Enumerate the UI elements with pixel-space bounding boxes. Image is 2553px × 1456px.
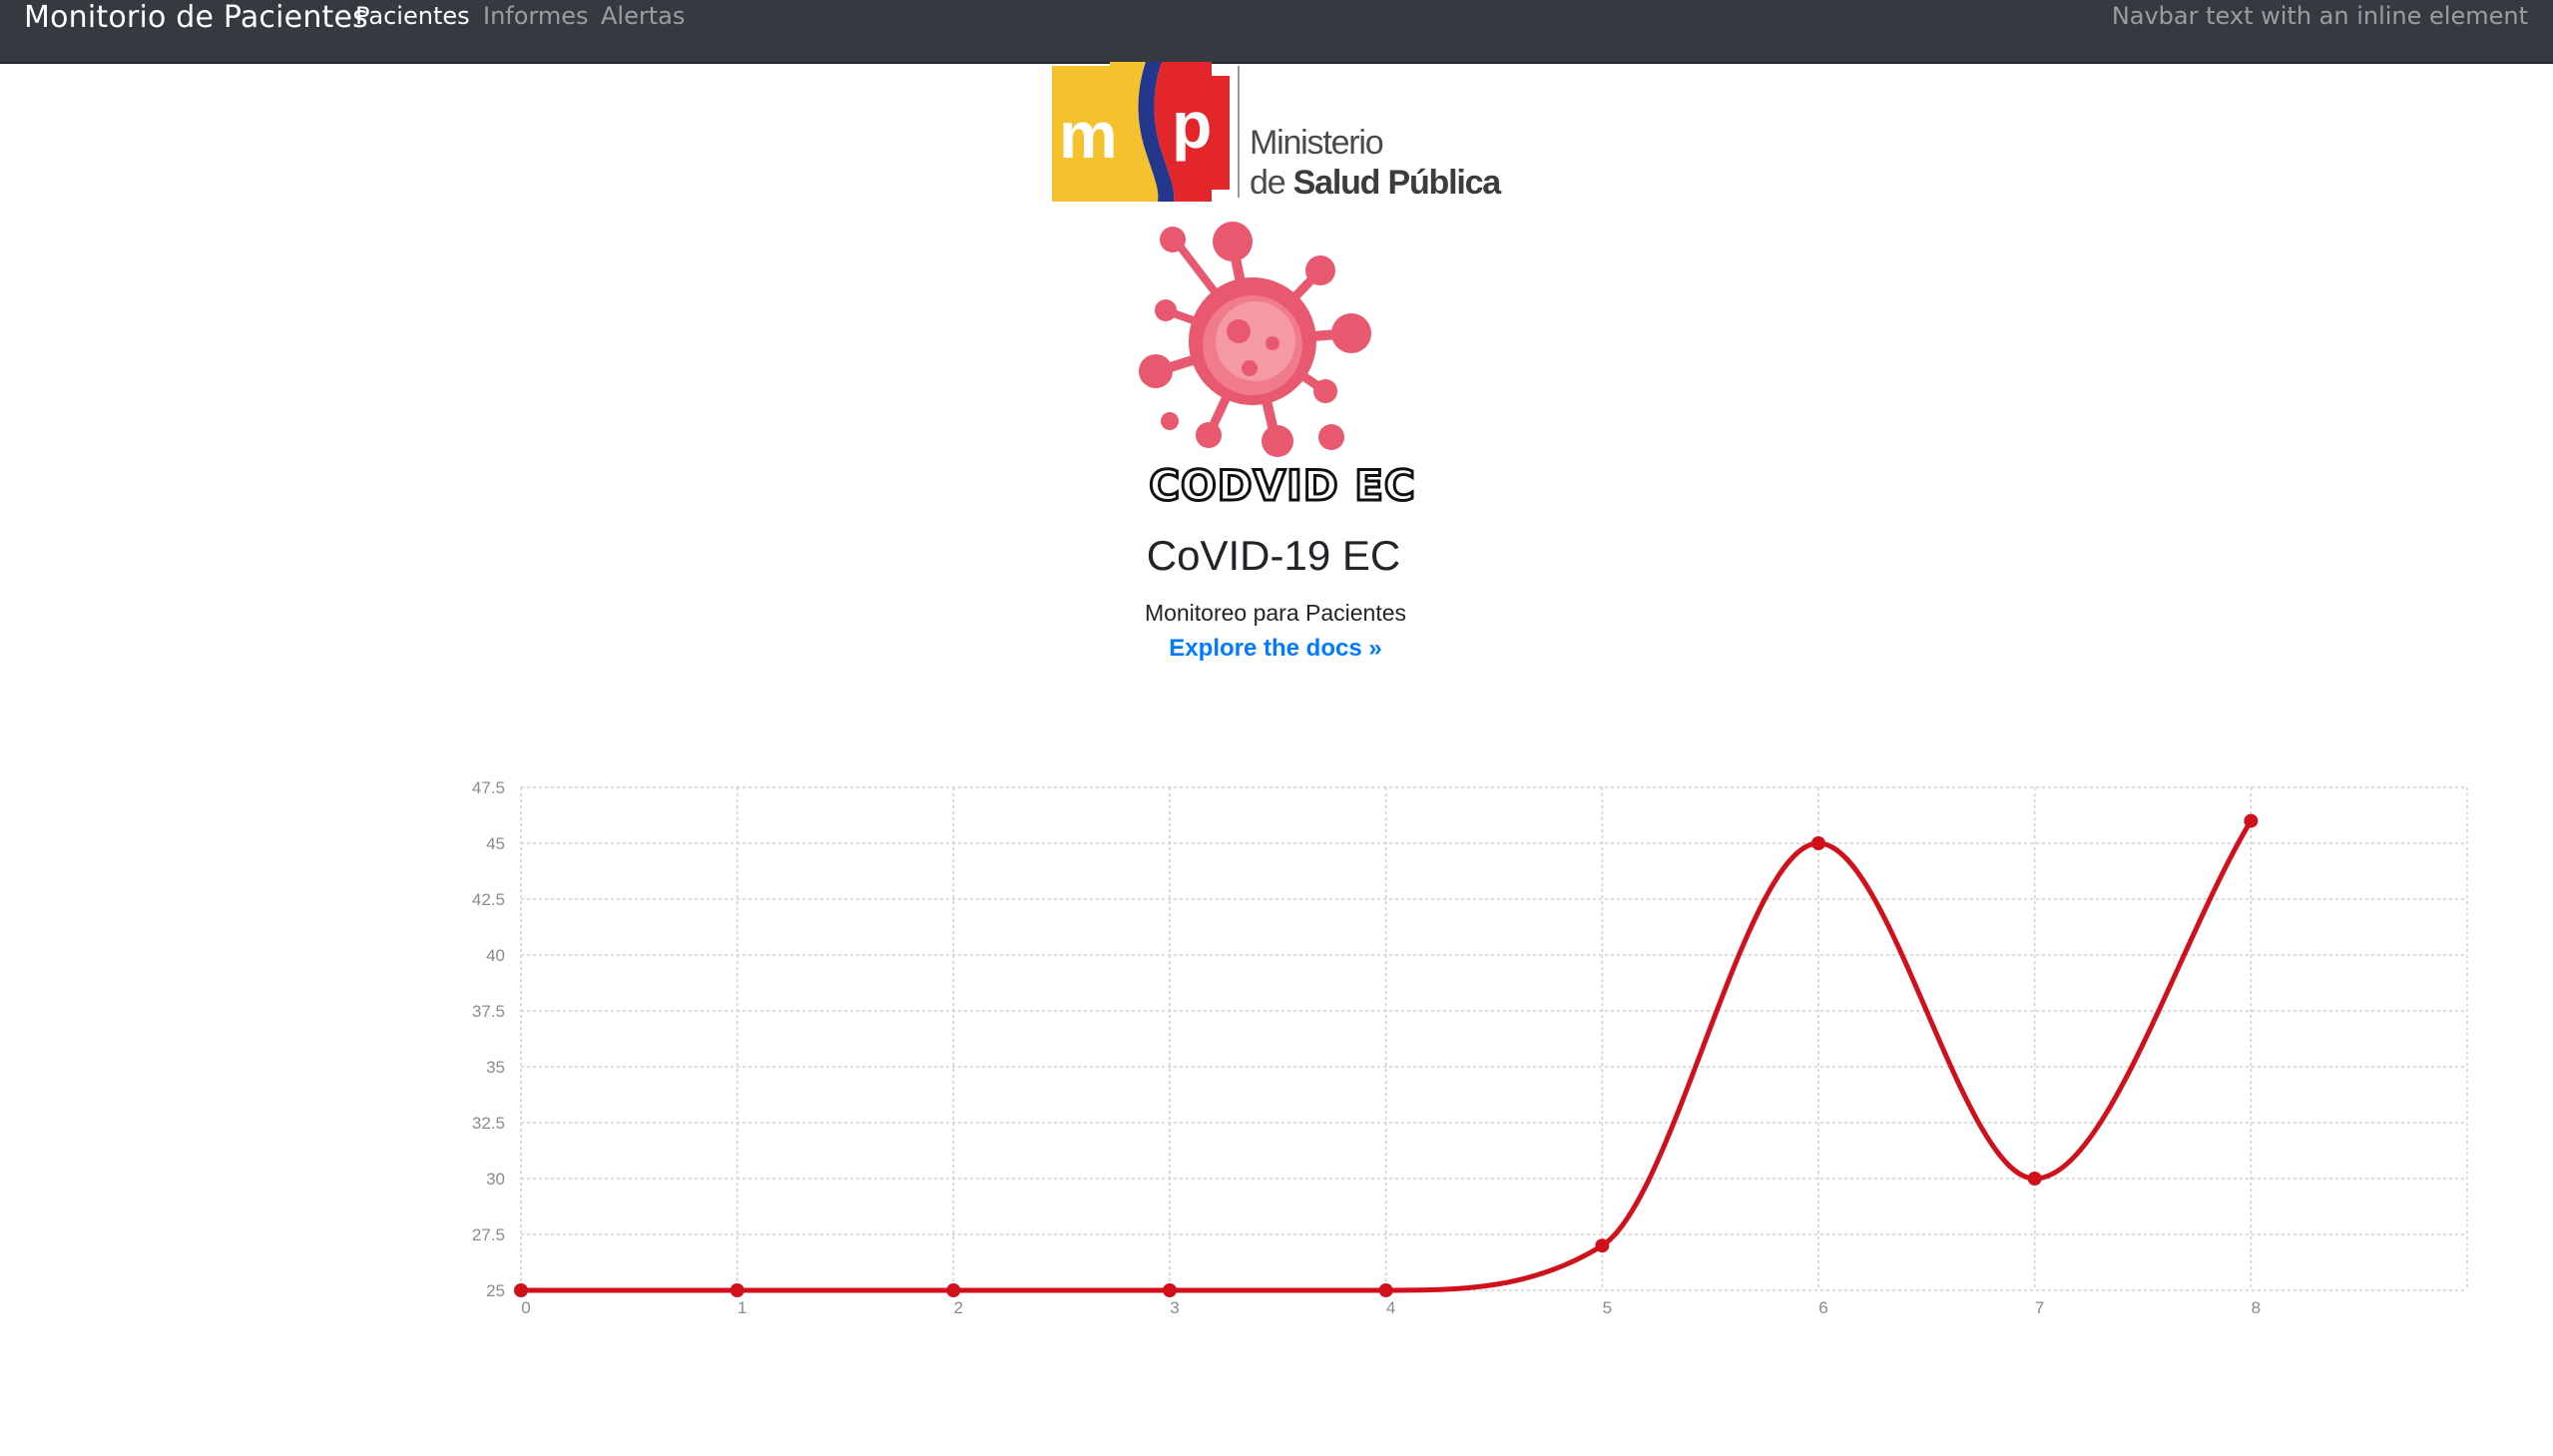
- y-tick-label: 37.5: [472, 1002, 505, 1021]
- x-tick-label: 0: [521, 1298, 530, 1317]
- y-tick-label: 42.5: [472, 890, 505, 909]
- navbar-text: Navbar text with an inline element: [2111, 2, 2528, 30]
- page-subtitle: Monitoreo para Pacientes: [1144, 600, 1407, 626]
- data-point[interactable]: [514, 1283, 528, 1297]
- nav-link-informes[interactable]: Informes: [483, 2, 589, 30]
- data-point[interactable]: [2027, 1172, 2042, 1186]
- y-tick-label: 40: [486, 946, 505, 965]
- x-tick-label: 3: [1170, 1298, 1179, 1317]
- data-point[interactable]: [730, 1283, 745, 1297]
- x-tick-label: 1: [738, 1298, 747, 1317]
- virus-icon: [1139, 222, 1371, 457]
- data-point[interactable]: [1163, 1283, 1177, 1297]
- data-point[interactable]: [1811, 836, 1825, 850]
- page-title: CoVID-19 EC: [0, 532, 2553, 580]
- ministry-line-2-bold: Salud Pública: [1292, 164, 1502, 202]
- data-point[interactable]: [1595, 1238, 1610, 1253]
- x-tick-label: 6: [1818, 1298, 1827, 1317]
- y-tick-label: 27.5: [472, 1225, 505, 1244]
- x-tick-label: 5: [1603, 1298, 1612, 1317]
- codvid-wordmark: CODVID EC: [1148, 460, 1417, 512]
- ministry-line-2: de Salud Pública: [1250, 163, 1502, 203]
- chart-grid: [520, 786, 2468, 1291]
- page-title-text: CoVID-19 EC: [1146, 532, 1401, 579]
- line-chart: 2527.53032.53537.54042.54547.5 012345678: [472, 778, 2468, 1317]
- x-axis-ticks: 0 1 2 3 4 5 6 7 8: [521, 1298, 2261, 1317]
- x-tick-label: 8: [2252, 1298, 2261, 1317]
- series-line: [521, 819, 2254, 1293]
- svg-text:p: p: [1172, 88, 1212, 162]
- x-tick-label: 4: [1386, 1298, 1395, 1317]
- explore-docs-link[interactable]: Explore the docs »: [1076, 635, 1475, 663]
- y-tick-label: 45: [486, 834, 505, 853]
- x-tick-label: 7: [2035, 1298, 2044, 1317]
- data-point[interactable]: [946, 1283, 961, 1297]
- navbar: Monitorio de Pacientes Pacientes Informe…: [0, 0, 2553, 64]
- y-tick-label: 30: [486, 1170, 505, 1189]
- data-point[interactable]: [2244, 813, 2259, 828]
- logo-letter-m: m: [1059, 98, 1118, 172]
- y-tick-label: 32.5: [472, 1114, 505, 1133]
- x-tick-label: 2: [954, 1298, 963, 1317]
- nav-link-pacientes[interactable]: Pacientes: [355, 2, 470, 30]
- y-tick-label: 25: [486, 1281, 505, 1300]
- y-tick-label: 47.5: [472, 778, 505, 797]
- ministry-name: Ministerio de Salud Pública: [1250, 123, 1502, 203]
- ministry-line-1: Ministerio: [1250, 124, 1384, 162]
- data-point[interactable]: [1378, 1283, 1393, 1297]
- ministry-line-2-prefix: de: [1250, 164, 1286, 202]
- y-tick-label: 35: [486, 1058, 505, 1077]
- nav-link-alertas[interactable]: Alertas: [601, 2, 685, 30]
- chart-series: [514, 813, 2259, 1297]
- navbar-brand[interactable]: Monitorio de Pacientes: [24, 0, 368, 35]
- y-axis-ticks: 25 27.5 30 32.5 35 37.5 40 42.5 45 47.5: [472, 778, 505, 1300]
